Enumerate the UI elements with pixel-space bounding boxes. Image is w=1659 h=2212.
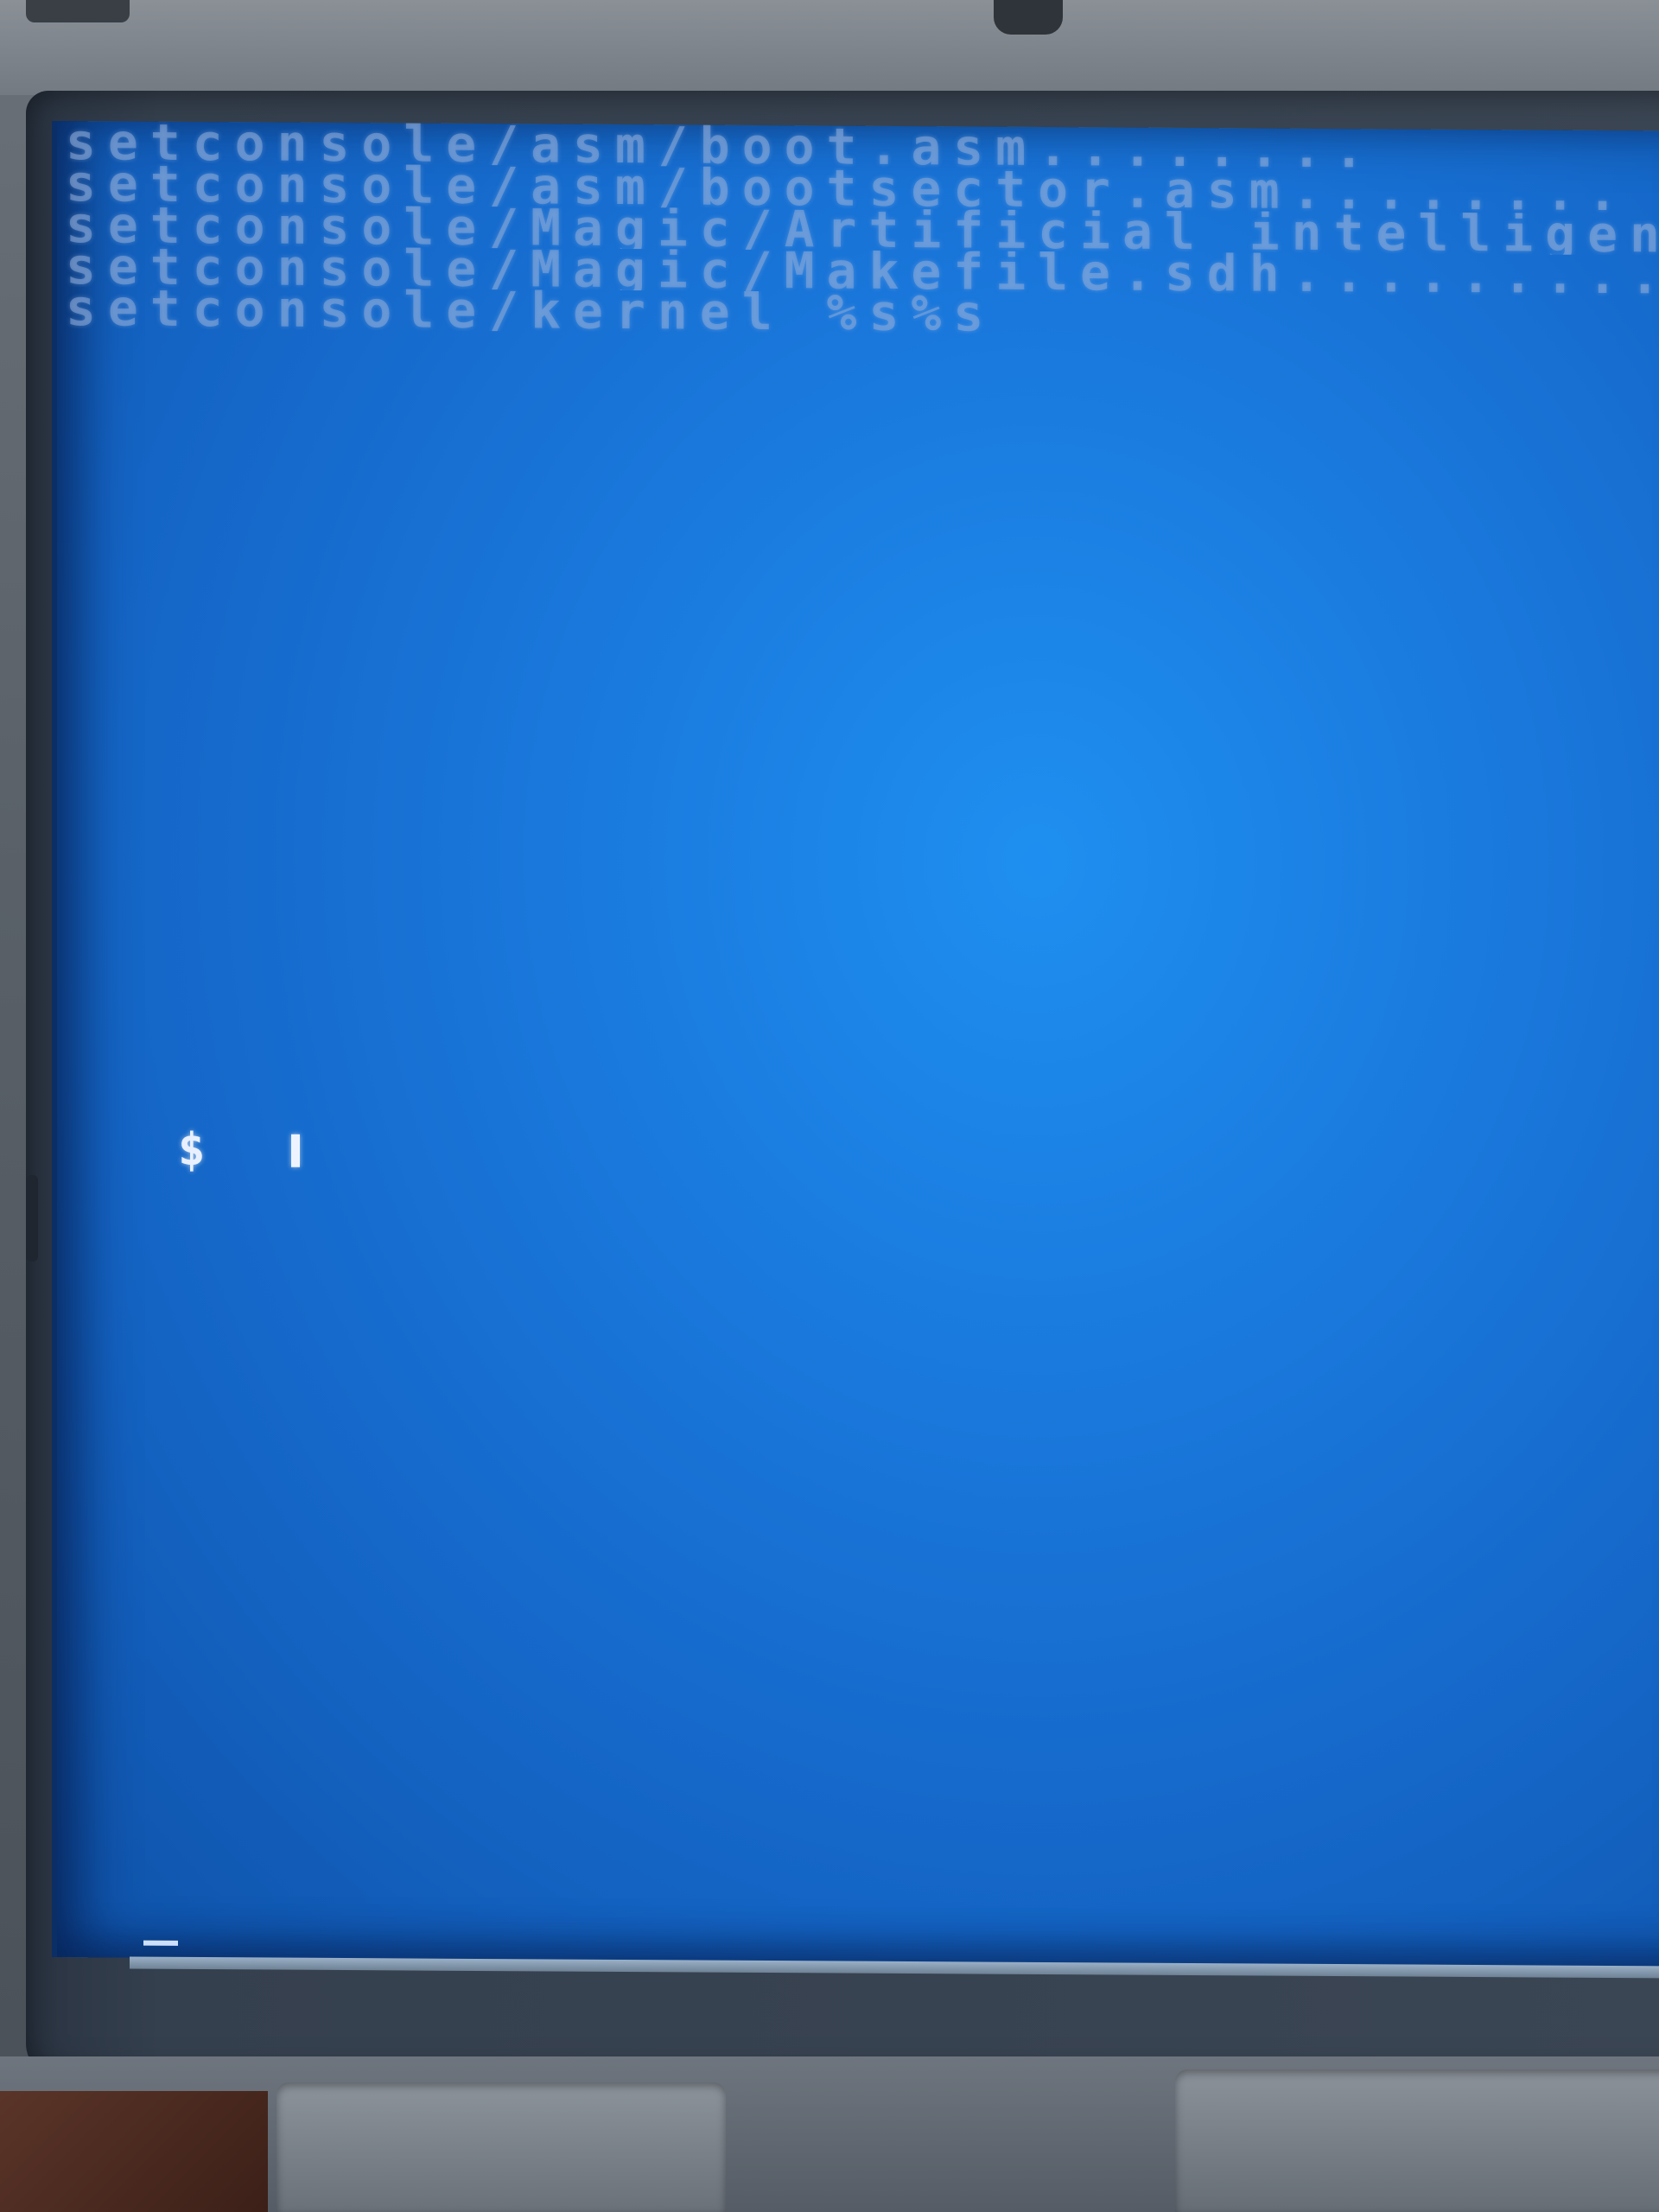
background-object [26,0,130,22]
desk-corner [0,2091,268,2212]
hinge-right [1175,2069,1659,2212]
background-object [994,0,1063,35]
hinge-left [276,2082,726,2212]
photo-of-monitor: setconsole/asm/boot.asm........ setconso… [0,0,1659,2212]
bezel-latch [26,1175,38,1262]
background-wall [0,0,1659,95]
cursor-mark [143,1940,178,1946]
command-prompt[interactable]: $ [178,1123,301,1177]
console-output: setconsole/asm/boot.asm........ setconso… [66,121,1659,338]
prompt-symbol: $ [178,1123,206,1177]
console-screen[interactable]: setconsole/asm/boot.asm........ setconso… [52,121,1659,1967]
text-cursor [291,1134,301,1167]
